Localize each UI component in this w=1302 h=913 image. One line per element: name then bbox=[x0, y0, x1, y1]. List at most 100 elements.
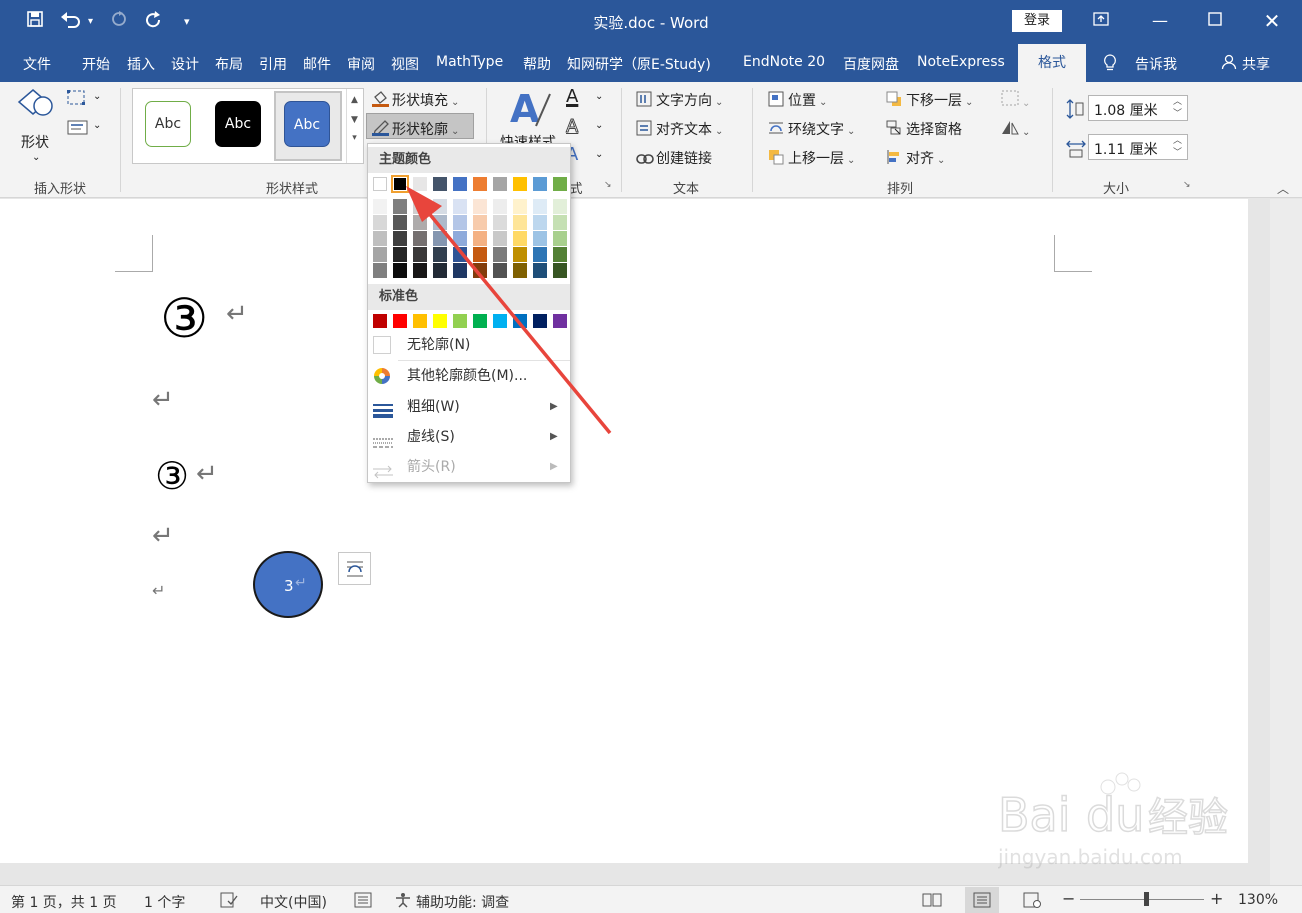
tab-file[interactable]: 文件 bbox=[23, 54, 51, 74]
macro-icon[interactable] bbox=[354, 892, 372, 912]
align-button[interactable]: 对齐 ⌄ bbox=[886, 148, 945, 168]
height-spinner-icon[interactable]: ︿ ﹀ bbox=[1173, 96, 1182, 120]
tab-references[interactable]: 引用 bbox=[259, 54, 287, 74]
margin-corner-right bbox=[1054, 235, 1092, 272]
svg-text:经验: 经验 bbox=[1148, 795, 1228, 841]
tab-mathtype[interactable]: MathType bbox=[436, 54, 503, 70]
theme-shade-swatch[interactable] bbox=[373, 231, 387, 246]
wrap-text-icon bbox=[768, 120, 784, 134]
theme-shade-swatch[interactable] bbox=[373, 263, 387, 278]
tab-view[interactable]: 视图 bbox=[391, 54, 419, 74]
zoom-slider-track[interactable] bbox=[1080, 899, 1204, 900]
accessibility-icon[interactable] bbox=[394, 892, 412, 912]
size-dialog-launcher-icon[interactable]: ↘ bbox=[1183, 180, 1191, 190]
tab-design[interactable]: 设计 bbox=[171, 54, 199, 74]
theme-shade-swatch[interactable] bbox=[373, 215, 387, 230]
shape-outline-label: 形状轮廓 bbox=[392, 122, 448, 138]
vertical-scrollbar[interactable] bbox=[1270, 199, 1302, 885]
shapes-button[interactable]: 形状 bbox=[21, 132, 49, 152]
text-outline-icon[interactable]: A bbox=[565, 116, 578, 138]
tab-endnote[interactable]: EndNote 20 bbox=[743, 54, 825, 70]
circled-number-large: ③ bbox=[160, 287, 209, 350]
style-preview-black[interactable]: Abc bbox=[215, 101, 261, 147]
text-effects-dropdown-icon[interactable]: ⌄ bbox=[595, 149, 603, 160]
print-layout-icon[interactable] bbox=[972, 892, 992, 912]
shapes-dropdown-icon[interactable]: ⌄ bbox=[32, 152, 40, 163]
send-backward-label: 下移一层 bbox=[906, 93, 962, 109]
layout-options-button[interactable] bbox=[338, 552, 371, 585]
login-button[interactable]: 登录 bbox=[1012, 10, 1062, 32]
style-preview-outline[interactable]: Abc bbox=[145, 101, 191, 147]
shapes-icon[interactable] bbox=[17, 88, 55, 124]
zoom-level[interactable]: 130% bbox=[1238, 892, 1278, 908]
tab-cnki[interactable]: 知网研学（原E-Study) bbox=[567, 54, 711, 74]
width-spinner-icon[interactable]: ︿ ﹀ bbox=[1173, 135, 1182, 159]
arrows-item: 箭头(R) ▶ bbox=[368, 453, 570, 481]
annotation-arrow bbox=[406, 186, 612, 435]
edit-shape-icon[interactable] bbox=[67, 90, 89, 110]
create-link-button[interactable]: 创建链接 bbox=[636, 148, 712, 168]
rotate-icon[interactable]: ⌄ bbox=[1001, 119, 1030, 139]
quick-styles-icon[interactable]: A bbox=[508, 86, 552, 134]
tab-format[interactable]: 格式 bbox=[1018, 44, 1086, 82]
gallery-up-icon[interactable]: ▲ bbox=[347, 95, 362, 105]
ribbon-display-icon[interactable] bbox=[1086, 8, 1116, 34]
width-input[interactable]: 1.11 厘米 ︿ ﹀ bbox=[1088, 134, 1188, 160]
text-box-icon[interactable] bbox=[67, 120, 89, 140]
bring-forward-button[interactable]: 上移一层 ⌄ bbox=[768, 148, 855, 168]
standard-color-swatch[interactable] bbox=[373, 314, 387, 328]
web-layout-icon[interactable] bbox=[1022, 892, 1042, 912]
selected-circle-shape[interactable]: 3 ↵ bbox=[253, 551, 323, 618]
tab-baidu-netdisk[interactable]: 百度网盘 bbox=[843, 54, 899, 74]
theme-color-swatch[interactable] bbox=[373, 177, 387, 191]
gallery-scroll[interactable]: ▲ ▼ ▾ bbox=[346, 89, 362, 163]
send-backward-button[interactable]: 下移一层 ⌄ bbox=[886, 90, 973, 110]
text-fill-dropdown-icon[interactable]: ⌄ bbox=[595, 91, 603, 102]
insert-shapes-group-label: 插入形状 bbox=[33, 182, 86, 197]
word-count[interactable]: 1 个字 bbox=[144, 892, 185, 912]
tab-mailings[interactable]: 邮件 bbox=[303, 54, 331, 74]
zoom-out-icon[interactable]: − bbox=[1062, 889, 1075, 908]
tab-layout[interactable]: 布局 bbox=[215, 54, 243, 74]
read-mode-icon[interactable] bbox=[922, 892, 942, 912]
maximize-icon[interactable] bbox=[1200, 8, 1230, 34]
zoom-in-icon[interactable]: + bbox=[1210, 889, 1223, 908]
paragraph-mark-icon: ↵ bbox=[152, 521, 174, 551]
style-preview-blue[interactable]: Abc bbox=[284, 101, 330, 147]
edit-shape-dropdown-icon[interactable]: ⌄ bbox=[93, 91, 101, 102]
page-count[interactable]: 第 1 页，共 1 页 bbox=[11, 892, 117, 912]
share-button[interactable]: 共享 bbox=[1242, 54, 1270, 74]
document-page[interactable]: ③ ↵ ↵ ③ ↵ ↵ ↵ 3 ↵ Bai du 经验 jingyan.baidu.c… bbox=[0, 199, 1248, 869]
paragraph-mark-icon: ↵ bbox=[152, 385, 174, 415]
gallery-down-icon[interactable]: ▼ bbox=[347, 115, 362, 125]
tab-help[interactable]: 帮助 bbox=[523, 54, 551, 74]
close-icon[interactable]: ✕ bbox=[1257, 8, 1287, 34]
minimize-icon[interactable]: — bbox=[1145, 8, 1175, 34]
align-text-button[interactable]: 对齐文本 ⌄ bbox=[636, 119, 723, 139]
tab-review[interactable]: 审阅 bbox=[347, 54, 375, 74]
tab-home[interactable]: 开始 bbox=[82, 54, 110, 74]
text-direction-button[interactable]: 文字方向 ⌄ bbox=[636, 90, 723, 110]
tab-noteexpress[interactable]: NoteExpress bbox=[917, 54, 1005, 70]
proofing-icon[interactable] bbox=[220, 892, 238, 912]
accessibility-status[interactable]: 辅助功能: 调查 bbox=[416, 892, 509, 912]
chevron-down-icon: ⌄ bbox=[451, 97, 460, 108]
language-indicator[interactable]: 中文(中国) bbox=[260, 892, 327, 912]
tell-me-box[interactable]: 告诉我 bbox=[1135, 54, 1177, 74]
zoom-slider-thumb[interactable] bbox=[1144, 892, 1149, 906]
position-button[interactable]: 位置 ⌄ bbox=[768, 90, 827, 110]
height-input[interactable]: 1.08 厘米 ︿ ﹀ bbox=[1088, 95, 1188, 121]
collapse-ribbon-icon[interactable]: ︿ bbox=[1277, 180, 1289, 197]
text-box-dropdown-icon[interactable]: ⌄ bbox=[93, 120, 101, 131]
selection-pane-button[interactable]: 选择窗格 bbox=[886, 119, 962, 139]
selection-pane-icon bbox=[886, 120, 902, 135]
wrap-text-button[interactable]: 环绕文字 ⌄ bbox=[768, 119, 855, 139]
shape-fill-button[interactable]: 形状填充 ⌄ bbox=[372, 90, 459, 110]
tab-insert[interactable]: 插入 bbox=[127, 54, 155, 74]
gallery-more-icon[interactable]: ▾ bbox=[347, 133, 362, 143]
shape-outline-button[interactable]: 形状轮廓 ⌄ bbox=[372, 119, 459, 139]
text-fill-icon[interactable]: A bbox=[566, 86, 578, 107]
theme-shade-swatch[interactable] bbox=[373, 199, 387, 214]
text-outline-dropdown-icon[interactable]: ⌄ bbox=[595, 120, 603, 131]
theme-shade-swatch[interactable] bbox=[373, 247, 387, 262]
